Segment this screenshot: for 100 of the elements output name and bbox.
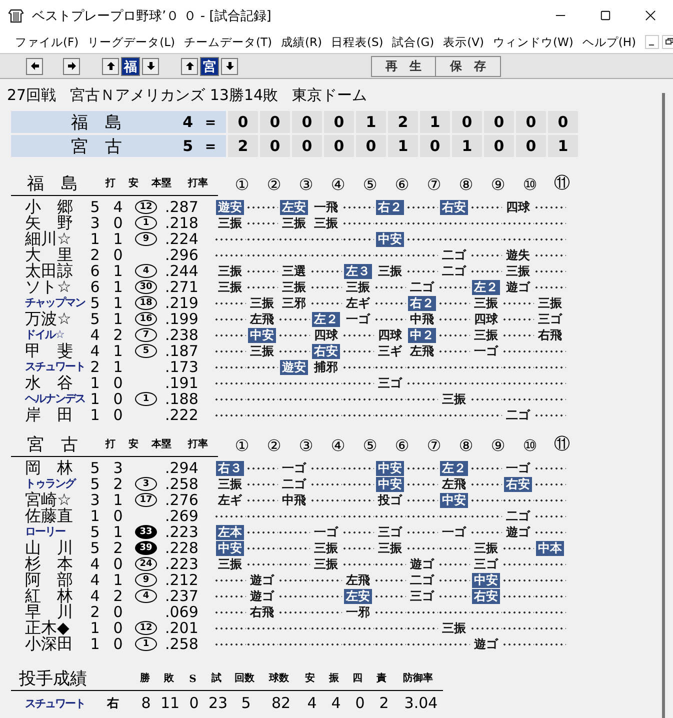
home-run-count: 4 [135,264,157,278]
at-bat-result: 右３ [216,460,244,476]
dotted-leader [214,302,246,304]
up-arrow-icon [184,61,194,71]
home-run-count: 16 [135,312,157,326]
at-bat-result: 左２ [312,312,340,326]
column-header: 本塁 [150,438,172,451]
team-button[interactable]: 福 [121,56,140,76]
team-heading: 宮 古 [26,434,79,456]
home-run-count: 9 [135,232,157,246]
batting-average: .212 [164,572,200,588]
at-bat-result: 右２ [376,200,404,214]
column-header: 打率 [186,176,210,190]
menu-item[interactable]: 表示(V) [443,34,484,50]
action-button[interactable]: 保 存 [436,56,500,76]
player-name[interactable]: 宮崎☆ [11,492,83,508]
player-name[interactable]: 山 川 [11,540,83,556]
menu-item[interactable]: チームデータ(T) [184,34,272,50]
player-name[interactable]: 大 里 [11,247,83,263]
menu-item[interactable]: ヘルプ(H) [582,34,636,50]
player-name[interactable]: 杉 本 [11,556,83,572]
scrollbar-thumb[interactable] [662,93,665,718]
player-name[interactable]: 太田諒 [11,263,83,279]
home-run-count: 33 [135,525,157,539]
player-name[interactable]: スチュワート [11,359,83,375]
menu-item[interactable]: 日程表(S) [330,34,384,50]
player-name[interactable]: トゥラング [11,476,83,492]
dotted-leader [438,594,470,598]
inning-score-cell: 0 [292,135,322,157]
player-name[interactable]: 小深田 [11,636,83,652]
menu-item[interactable]: 成績(R) [280,34,322,50]
up-button[interactable] [102,58,119,74]
player-name[interactable]: 小 郷 [11,199,83,215]
at-bat-result: 左ギ [344,296,371,310]
player-name[interactable]: 早 川 [11,604,83,620]
at-bat-result: 中飛 [281,492,307,508]
at-bat-result: 遊ゴ [249,572,276,588]
at-bat-result: 中安 [376,232,404,246]
home-run-count: 12 [135,200,157,214]
menu-item[interactable]: ウィンドウ(W) [492,34,574,50]
home-run-count: 3 [135,477,157,491]
batting-average: .258 [164,636,200,652]
restore-icon[interactable] [662,35,673,49]
at-bats-value: 5 [89,295,101,311]
at-bats-value: 4 [89,327,101,343]
pitcher-name[interactable]: スチュワート [11,696,107,710]
player-name[interactable]: ドイル☆ [11,327,83,343]
hits-value: 0 [112,407,124,423]
player-name[interactable]: ローリー [11,524,83,540]
menu-item[interactable]: 試合(G) [392,34,434,50]
player-name[interactable]: ソト☆ [11,279,83,295]
at-bat-result: 一ゴ [313,524,340,540]
player-name[interactable]: ヘルナンデス [11,391,83,407]
next-button[interactable] [63,58,80,74]
menu-item[interactable]: ファイル(F) [15,34,79,50]
player-name[interactable]: 矢 野 [11,215,83,231]
player-name[interactable]: 甲 斐 [11,343,83,359]
player-name[interactable]: 細川☆ [11,231,83,247]
batting-average: .223 [164,524,200,540]
column-header: 打 [104,438,117,451]
stat-value: 2 [378,694,390,712]
right-arrow-icon [66,61,76,71]
dotted-leader [246,206,278,208]
player-name[interactable]: 佐藤直 [11,508,83,524]
team-button[interactable]: 宮 [200,56,219,76]
down-button[interactable] [221,58,238,74]
batting-average: .296 [164,247,200,263]
maximize-icon[interactable] [600,10,611,21]
inning-score-cell: 0 [516,111,546,133]
menu-item[interactable]: リーグデータ(L) [88,34,175,50]
player-name[interactable]: 万波☆ [11,311,83,327]
player-name[interactable]: 岡 林 [11,460,83,476]
at-bats-value: 6 [89,279,101,295]
column-header: 試 [210,672,223,685]
previous-button[interactable] [26,58,43,74]
player-name[interactable]: 紅 林 [11,588,83,604]
at-bat-result: 左本 [216,524,244,540]
column-header: 打 [104,176,117,190]
player-name[interactable]: 阿 部 [11,572,83,588]
dotted-leader [470,466,502,470]
action-button[interactable]: 再 生 [372,56,436,76]
player-name[interactable]: 水 谷 [11,375,83,391]
dotted-leader [502,302,534,304]
up-button[interactable] [181,58,198,74]
minimize-icon[interactable] [644,35,659,49]
batting-average: .237 [164,588,200,604]
down-button[interactable] [142,58,159,74]
at-bat-result: 二ゴ [409,280,436,294]
hits-value: 1 [112,343,124,359]
player-name[interactable]: チャップマン [11,295,83,311]
at-bat-result: 三振 [473,328,499,342]
dotted-leader [406,270,438,272]
at-bat-result: 左飛 [248,312,275,326]
at-bat-result: 三ゴ [377,524,404,540]
dotted-leader [534,466,566,470]
inning-header: ⑤ [362,436,378,455]
player-name[interactable]: 正木◆ [11,620,83,636]
dotted-leader [342,334,374,336]
player-name[interactable]: 岸 田 [11,407,83,423]
close-icon[interactable] [645,10,656,21]
